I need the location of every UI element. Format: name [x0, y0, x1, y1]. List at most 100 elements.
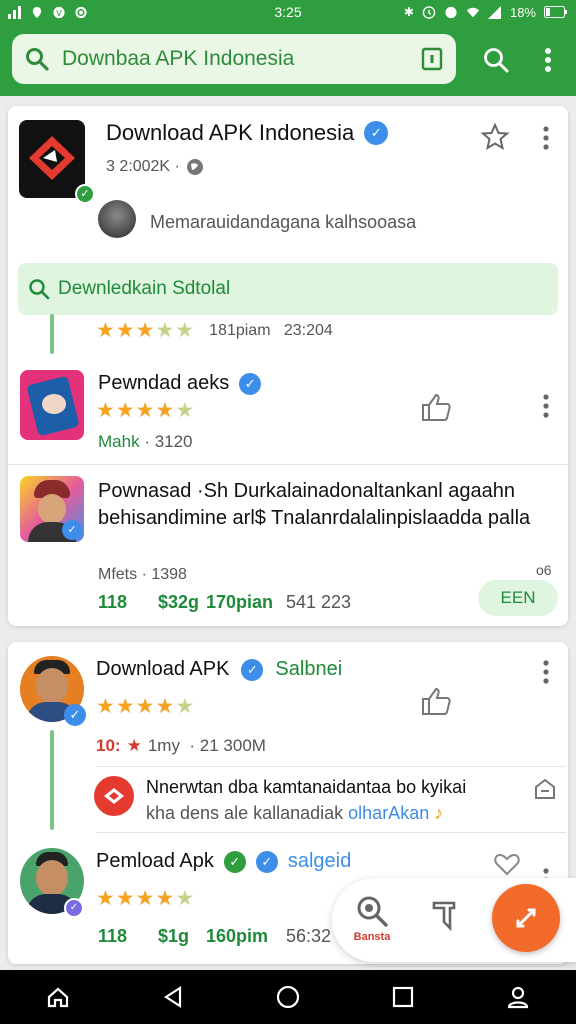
- location-icon: [32, 6, 42, 18]
- item-meta-count: · 3120: [144, 432, 193, 451]
- apk-mark-icon: [104, 788, 124, 804]
- thread-line: [50, 314, 54, 354]
- vpn-icon: V: [53, 6, 65, 18]
- highlight-text: Dewnledkain Sdtolal: [58, 278, 231, 299]
- item-rating: ★★★★★: [96, 886, 195, 911]
- recents-nav-button[interactable]: [383, 977, 423, 1017]
- zoom-search-button[interactable]: Bansta: [350, 894, 394, 943]
- stat-1: 118: [98, 592, 128, 612]
- stat-3: 160pim: [206, 926, 269, 946]
- clock: 3:25: [274, 4, 302, 20]
- verified-badge-icon: ✓: [223, 850, 246, 873]
- bookmark-icon: [432, 901, 456, 932]
- item-meta-green: Mahk: [98, 432, 140, 451]
- wifi-icon: [466, 7, 480, 17]
- fab-tray: Bansta: [332, 878, 576, 962]
- item-rating: ★★★★★: [96, 694, 195, 719]
- bluetooth-icon: ✱: [403, 5, 414, 19]
- item-title-row: Download APK ✓ Salbnei: [96, 658, 342, 681]
- stat-2: $32g: [158, 592, 200, 612]
- item-avatar[interactable]: ✓: [20, 476, 84, 542]
- search-button[interactable]: [476, 40, 516, 80]
- item-menu-button[interactable]: [542, 660, 550, 689]
- verified-badge-icon: ✓: [64, 704, 86, 726]
- zoom-label: Bansta: [353, 931, 391, 943]
- item-title[interactable]: Pewndad aeks: [98, 372, 229, 395]
- back-triangle-icon: [163, 985, 181, 1009]
- app-meta-row: 3 2:002K ·: [106, 158, 204, 176]
- app-title-row: Download APK Indonesia ✓: [106, 120, 389, 146]
- item-menu-button[interactable]: [542, 394, 550, 423]
- item-meta: Mahk · 3120: [98, 432, 193, 452]
- more-vert-icon: [543, 126, 549, 150]
- item-description[interactable]: Pownasad ·Sh Durkalainadonaltankanl agaa…: [98, 478, 538, 532]
- rating-stars: ★★★★★: [96, 887, 196, 910]
- home-circle-button[interactable]: [268, 977, 308, 1017]
- person-icon: [508, 986, 529, 1009]
- item-meta: Mfets · 1398: [98, 566, 187, 583]
- share-icon: [535, 778, 555, 799]
- comment-text: Memarauidandagana kalhsooasa: [150, 212, 417, 232]
- rating-stars: ★★★★★: [96, 319, 196, 342]
- compose-fab[interactable]: [492, 884, 560, 952]
- like-button[interactable]: [420, 686, 452, 721]
- item-title[interactable]: Download APK: [96, 658, 229, 681]
- share-button[interactable]: [534, 778, 556, 805]
- app-title[interactable]: Download APK Indonesia: [106, 120, 354, 146]
- search-icon: [29, 279, 50, 300]
- item-tag: salgeid: [287, 850, 352, 872]
- like-button[interactable]: [420, 392, 452, 427]
- like-button[interactable]: [494, 852, 520, 881]
- card-menu-button[interactable]: [542, 126, 550, 155]
- globe-icon: [186, 159, 203, 175]
- status-bar: V 3:25 ✱ 18%: [0, 0, 576, 24]
- favorite-button[interactable]: [480, 122, 510, 157]
- stat-3: 170pian: [206, 592, 274, 612]
- comment-link[interactable]: olharAkan: [348, 803, 429, 823]
- emoji-icon: ♪: [434, 803, 444, 823]
- overflow-menu-button[interactable]: [528, 40, 568, 80]
- item-title-row: Pewndad aeks ✓: [98, 372, 262, 395]
- app-logo[interactable]: ✓: [19, 120, 95, 204]
- stat-1: 118: [98, 926, 128, 946]
- bookmark-button[interactable]: [430, 900, 460, 937]
- open-button[interactable]: EEN: [478, 580, 558, 616]
- thread-line: [50, 730, 54, 830]
- verified-badge-icon: ✓: [255, 850, 278, 873]
- battery-icon: [544, 6, 567, 18]
- verified-check-icon: ✓: [75, 184, 95, 204]
- verified-badge-icon: ✓: [364, 121, 389, 145]
- home-icon: [47, 987, 68, 1008]
- verified-badge-icon: ✓: [241, 658, 264, 681]
- home-nav-button[interactable]: [38, 977, 78, 1017]
- item-app-icon[interactable]: [20, 370, 84, 440]
- comment-line-2: kha dens ale kallanadiak: [146, 803, 344, 823]
- sync-icon: [75, 6, 87, 18]
- divider: [8, 464, 568, 465]
- search-input[interactable]: Downbaa APK Indonesia: [62, 47, 420, 71]
- sub-rating-meta: 181piam 23:204: [209, 321, 333, 339]
- voice-box-icon[interactable]: [420, 46, 444, 72]
- recents-square-icon: [393, 986, 414, 1008]
- user-avatar[interactable]: [98, 200, 136, 238]
- item-title[interactable]: Pemload Apk: [96, 850, 214, 873]
- comment-block: Nnerwtan dba kamtanaidantaa bo kyikai kh…: [146, 774, 466, 826]
- item-small-label: o6: [536, 562, 552, 578]
- comment-avatar[interactable]: [94, 776, 134, 816]
- search-bar[interactable]: Downbaa APK Indonesia: [12, 34, 456, 84]
- back-nav-button[interactable]: [153, 977, 193, 1017]
- item-rating: ★★★★★: [96, 398, 195, 423]
- alarm-icon: [422, 5, 436, 19]
- highlight-search[interactable]: Dewnledkain Sdtolal: [18, 263, 558, 315]
- verified-badge-icon: ✓: [239, 372, 262, 395]
- profile-nav-button[interactable]: [498, 977, 538, 1017]
- heart-outline-icon: [494, 853, 520, 876]
- sub-meta-number: 10:: [96, 736, 121, 755]
- result-card: ✓ Download APK Indonesia ✓ 3 2:002K · Me…: [8, 106, 568, 626]
- apk-logo-icon: [19, 120, 85, 198]
- thumb-up-icon: [422, 687, 451, 715]
- sub-meta-text: 1my · 21 300M: [147, 736, 266, 755]
- app-meta: 3 2:002K ·: [106, 158, 180, 175]
- more-vert-icon: [543, 660, 549, 684]
- comment-line-1: Nnerwtan dba kamtanaidantaa bo kyikai: [146, 777, 467, 797]
